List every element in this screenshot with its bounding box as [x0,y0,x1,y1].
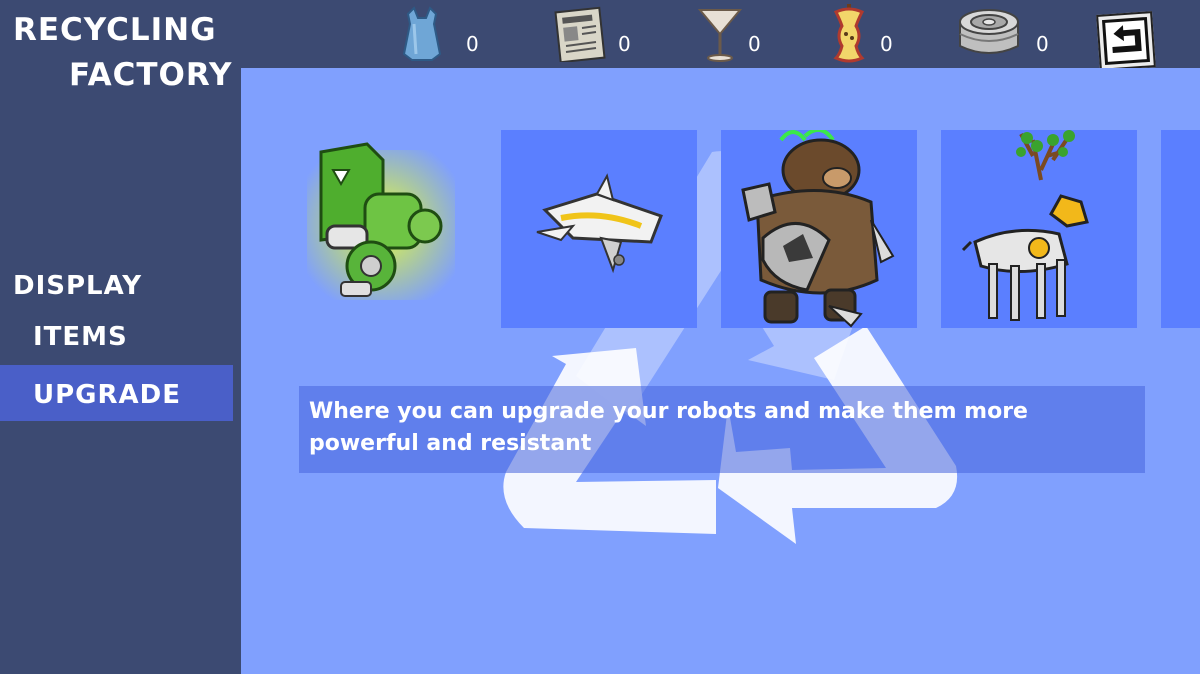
upgrade-panel: Where you can upgrade your robots and ma… [241,68,1200,674]
resource-count: 0 [466,32,479,56]
resource-count: 0 [880,32,893,56]
green-mech-robot-icon [307,142,455,300]
martini-glass-icon [697,9,743,62]
menu-upgrade-label: UPGRADE [33,380,181,410]
apple-core-icon [833,4,865,63]
bear-robot-icon [741,130,895,328]
app-title-line1: RECYCLING [13,12,217,48]
robot-card-bear[interactable] [721,130,917,328]
upgrade-description: Where you can upgrade your robots and ma… [309,399,1028,456]
newspaper-icon [554,6,606,62]
jet-plane-robot-icon [536,173,663,274]
plastic-bag-icon [402,6,442,61]
resource-glass: 0 [696,4,776,64]
resource-metal-can: 0 [956,4,1056,64]
resource-count: 0 [1036,32,1049,56]
robot-card-partial[interactable] [1161,130,1200,328]
resource-count: 0 [618,32,631,56]
robot-card-jet-plane[interactable] [501,130,697,328]
resource-apple-core: 0 [828,4,908,64]
resource-newspaper: 0 [552,4,642,64]
sidebar: RECYCLING FACTORY DISPLAY ITEMS UPGRADE [0,0,241,674]
menu-display-heading: DISPLAY [13,271,143,301]
menu-items-button[interactable]: ITEMS [33,324,128,350]
deer-robot-icon [961,130,1089,321]
back-button[interactable] [1096,11,1156,71]
app-title-line2: FACTORY [69,57,233,93]
resource-plastic-bag: 0 [400,4,490,64]
robot-card-deer[interactable] [941,130,1137,328]
robot-card-green-mech[interactable] [297,130,461,328]
back-arrow-icon [1101,16,1151,66]
tin-can-icon [959,9,1019,54]
resource-count: 0 [748,32,761,56]
description-box: Where you can upgrade your robots and ma… [299,386,1145,473]
